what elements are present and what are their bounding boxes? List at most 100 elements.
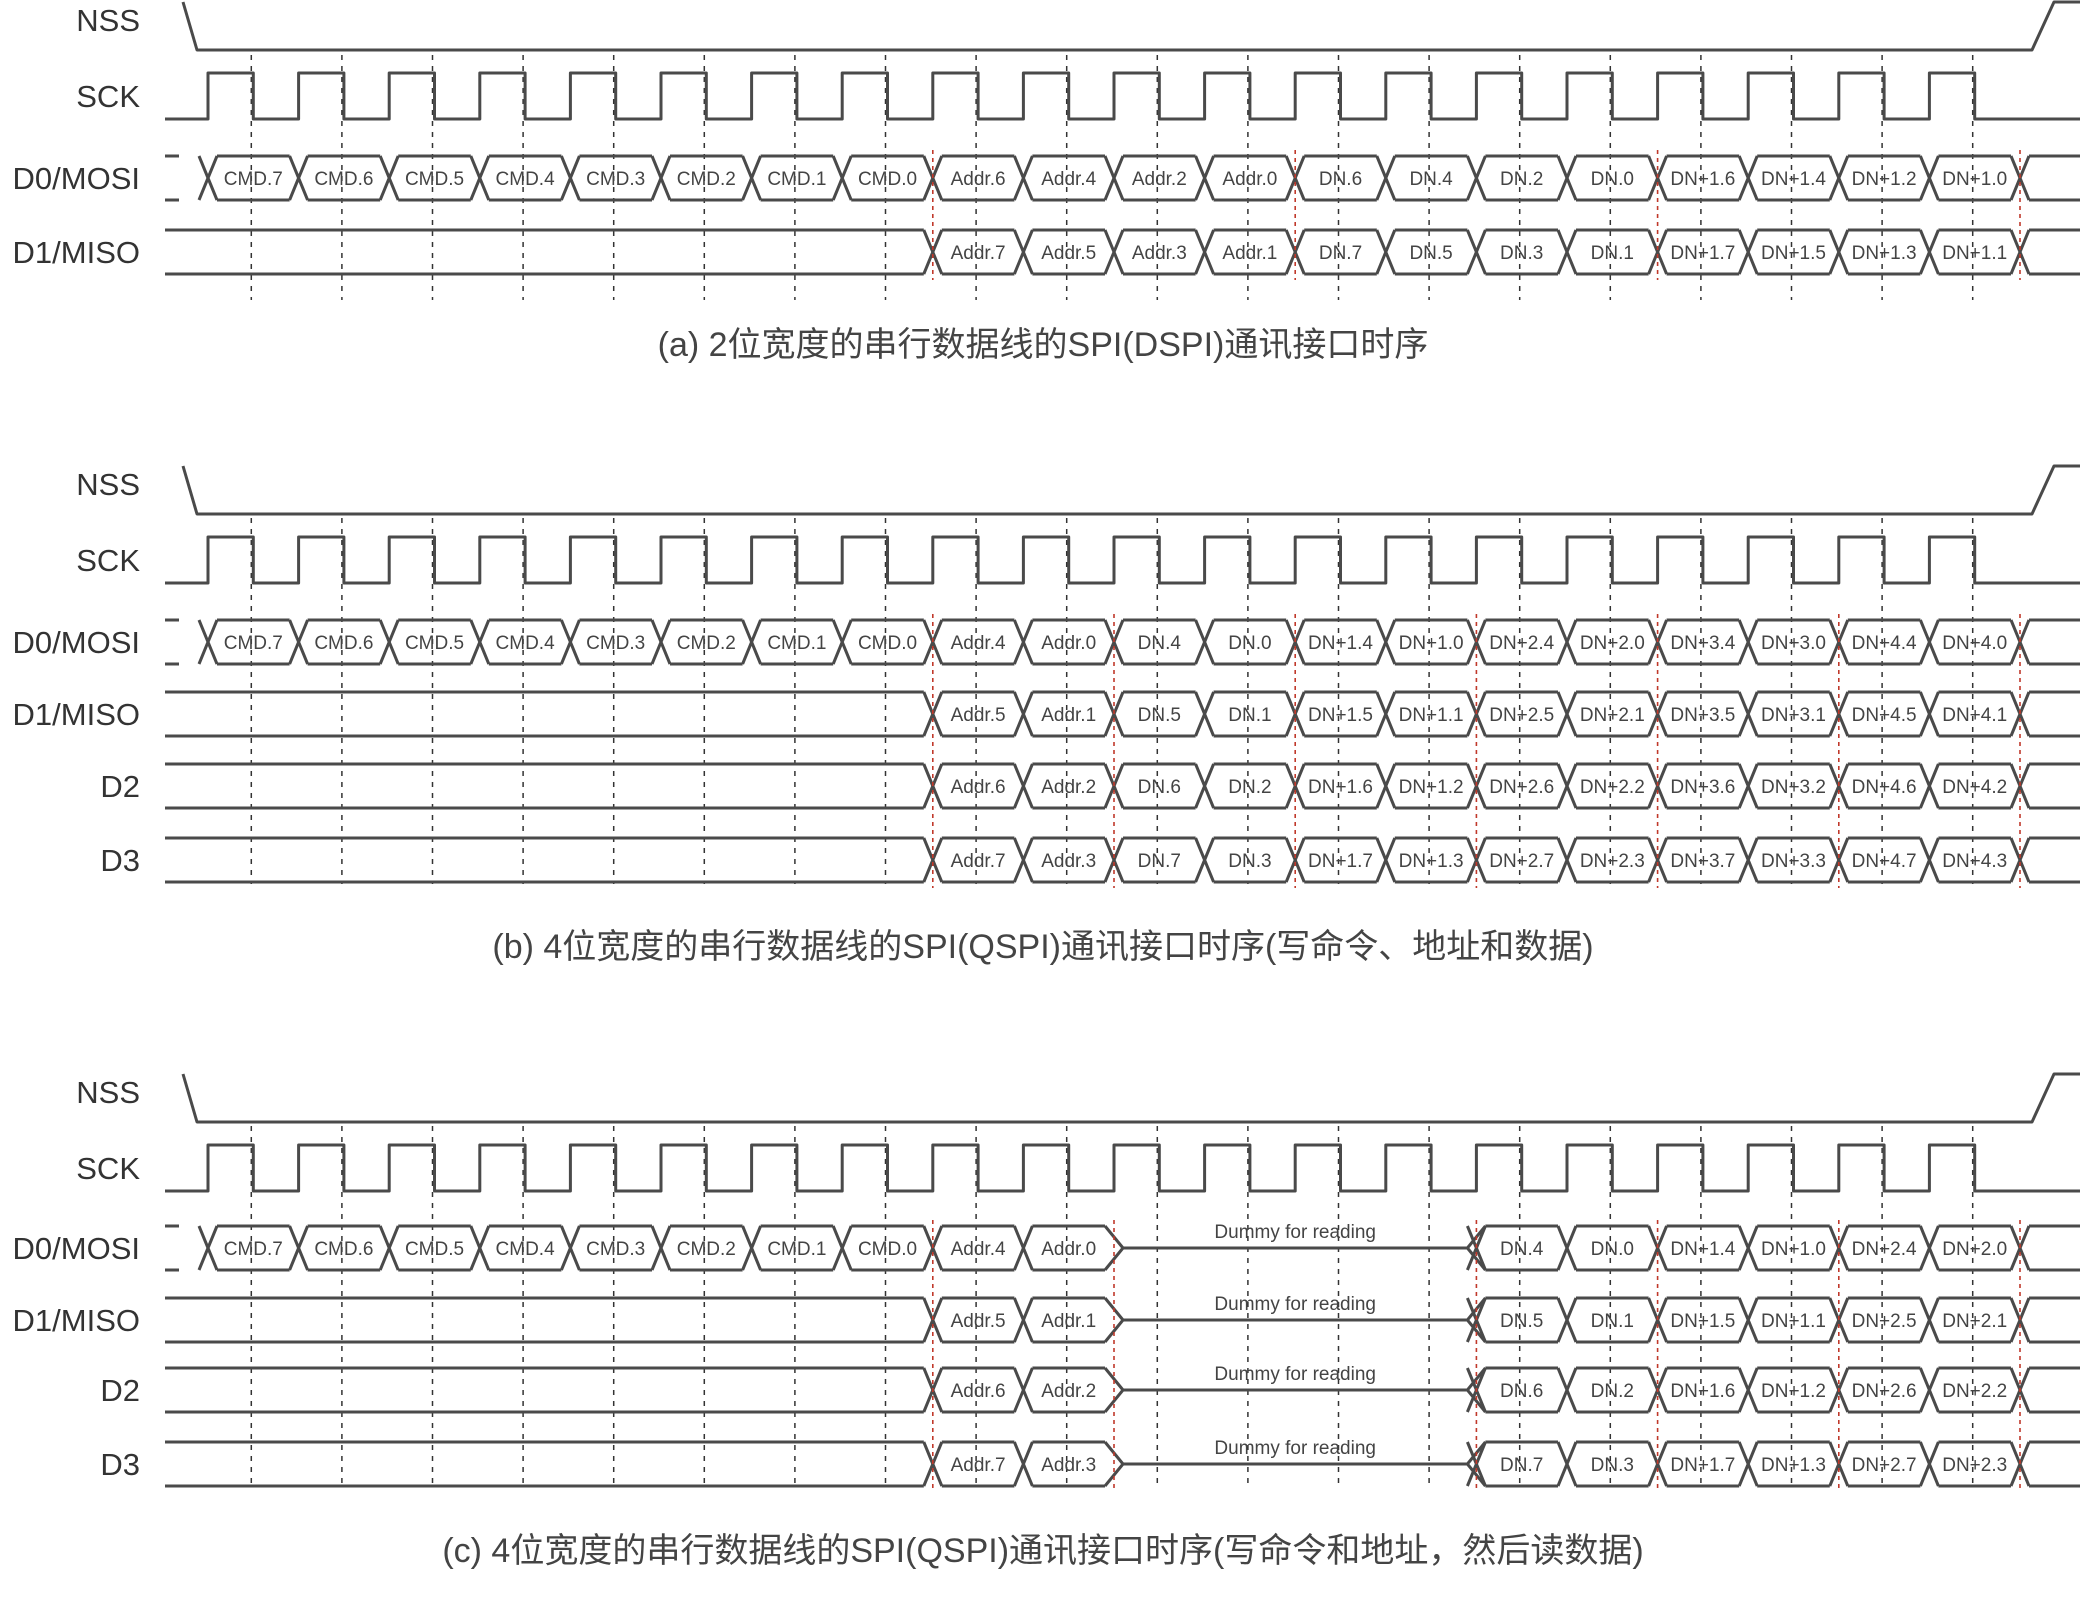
bus-cell-label: CMD.7: [224, 633, 283, 654]
bus-cell-label: Addr.6: [951, 169, 1006, 190]
bus-cell-label: Addr.1: [1041, 705, 1096, 726]
lead-lines: [165, 154, 179, 202]
bus-cell-label: DN.2: [1500, 169, 1543, 190]
bus-cell-label: DN+3.1: [1761, 705, 1826, 726]
dummy-label: Dummy for reading: [1214, 1294, 1376, 1315]
idle-lines: [165, 836, 924, 884]
bus-cell-label: CMD.4: [496, 1239, 556, 1260]
tail-lines: [2009, 1440, 2080, 1488]
signal-d1-miso: D1/MISO Addr.5 Addr.1 DN.5 DN.1 DN+1.5 DN+1.1 D…: [13, 690, 2080, 738]
bus-cell-label: DN.0: [1591, 169, 1634, 190]
signal-label: D1/MISO: [13, 1303, 140, 1338]
signal-label: D0/MOSI: [13, 625, 140, 660]
bus-cell-label: CMD.5: [405, 169, 464, 190]
bus-cell-label: Addr.5: [951, 1311, 1006, 1332]
bus-cell-label: CMD.4: [496, 633, 556, 654]
bus-cell-label: DN+2.5: [1852, 1311, 1917, 1332]
bus-cell-label: CMD.2: [677, 633, 736, 654]
signal-label: NSS: [76, 1075, 140, 1110]
bus-cell-label: Addr.5: [951, 705, 1006, 726]
bus-cell-label: Addr.0: [1041, 633, 1096, 654]
bus-cell-label: DN.2: [1228, 777, 1271, 798]
bus-cell-label: Addr.0: [1041, 1239, 1096, 1260]
bus-cell-label: DN+2.3: [1942, 1455, 2007, 1476]
bus-cell-label: DN+1.6: [1670, 1381, 1735, 1402]
nss-waveform: [181, 0, 2080, 52]
signal-d0-mosi: D0/MOSI CMD.7 CMD.6 CMD.5 CMD.4 CMD.3 CMD.2 CMD…: [13, 618, 2080, 666]
bus-cell-label: DN+1.0: [1942, 169, 2007, 190]
bus-cell-label: Addr.7: [951, 1455, 1006, 1476]
bus-cell-label: DN+4.1: [1942, 705, 2007, 726]
bus-cell-label: CMD.6: [314, 1239, 373, 1260]
bus-cell-label: DN+1.7: [1670, 1455, 1735, 1476]
bus-cell-label: DN.5: [1138, 705, 1181, 726]
bus-cell-label: DN+2.1: [1942, 1311, 2007, 1332]
bus-cell-label: DN+3.4: [1670, 633, 1735, 654]
bus-cell-label: DN.3: [1500, 243, 1543, 264]
signal-d0-mosi: D0/MOSI CMD.7 CMD.6 CMD.5 CMD.4 CMD.3 CMD.2 CMD…: [13, 1222, 2080, 1272]
bus-cell-label: DN+2.3: [1580, 851, 1645, 872]
bus-cell-label: DN+1.7: [1308, 851, 1373, 872]
bus-cell-label: DN+3.6: [1670, 777, 1735, 798]
bus-cell-label: CMD.1: [767, 1239, 826, 1260]
tail-lines: [2009, 618, 2080, 666]
sck-waveform: [165, 1143, 2080, 1193]
signal-d3: D3 Addr.7 Addr.3 Dummy for reading DN.7 DN.3 D…: [100, 1438, 2080, 1488]
bus-cell-label: Addr.7: [951, 851, 1006, 872]
spi-timing-diagrams: NSS SCK D0/MOSI CMD.7 CMD.6 CMD.5 CMD.4 CMD.3 CM…: [13, 0, 2080, 1570]
bus-cell-label: DN+4.6: [1852, 777, 1917, 798]
signal-sck: SCK: [76, 535, 2080, 585]
bus-cell-label: CMD.5: [405, 633, 464, 654]
bus-cell-label: DN+3.0: [1761, 633, 1826, 654]
bus-cell-label: DN+1.7: [1670, 243, 1735, 264]
bus-cell-label: DN+2.4: [1852, 1239, 1917, 1260]
bus-cell-label: CMD.7: [224, 169, 283, 190]
bus-cell-label: DN.7: [1500, 1455, 1543, 1476]
bus-cell-label: DN+3.2: [1761, 777, 1826, 798]
signal-label: D2: [100, 1373, 140, 1408]
tail-lines: [2009, 836, 2080, 884]
signal-label: D0/MOSI: [13, 161, 140, 196]
signal-nss: NSS: [76, 1072, 2080, 1124]
signal-d1-miso: D1/MISO Addr.5 Addr.1 Dummy for reading DN.5…: [13, 1294, 2080, 1344]
bus-cell-label: DN.1: [1228, 705, 1271, 726]
bus-cell-label: Addr.2: [1041, 1381, 1096, 1402]
bus-cell-label: DN+1.2: [1761, 1381, 1826, 1402]
idle-lines: [165, 690, 924, 738]
signal-label: NSS: [76, 467, 140, 502]
bus-cell-label: DN+1.3: [1399, 851, 1464, 872]
bus-cell-label: DN+4.0: [1942, 633, 2007, 654]
bus-cell-label: CMD.2: [677, 169, 736, 190]
signal-d2: D2 Addr.6 Addr.2 Dummy for reading DN.6 DN.2 D…: [100, 1364, 2080, 1414]
bus-cell-label: DN+3.7: [1670, 851, 1735, 872]
bus-cell-label: DN+2.1: [1580, 705, 1645, 726]
bus-cell-label: DN.7: [1138, 851, 1181, 872]
bus-cell-label: DN+1.1: [1399, 705, 1464, 726]
signal-label: SCK: [76, 79, 140, 114]
bus-cell-label: DN.7: [1319, 243, 1362, 264]
bus-cell-label: CMD.5: [405, 1239, 464, 1260]
signal-d3: D3 Addr.7 Addr.3 DN.7 DN.3 DN+1.7 DN+1.3 DN+2.7…: [100, 836, 2080, 884]
bus-cell-label: DN+1.6: [1670, 169, 1735, 190]
bus-cell-label: DN+1.3: [1852, 243, 1917, 264]
signal-label: D3: [100, 843, 140, 878]
tail-lines: [2009, 1366, 2080, 1414]
bus-cell-label: DN+3.5: [1670, 705, 1735, 726]
signal-sck: SCK: [76, 71, 2080, 121]
bus-cell-label: Addr.2: [1132, 169, 1187, 190]
signal-label: NSS: [76, 3, 140, 38]
panel-caption: (c) 4位宽度的串行数据线的SPI(QSPI)通讯接口时序(写命令和地址，然后…: [442, 1532, 1643, 1570]
panel-c: NSS SCK D0/MOSI CMD.7 CMD.6 CMD.5 CMD.4 CMD.3 CM…: [13, 1072, 2080, 1570]
bus-cell-label: DN.0: [1591, 1239, 1634, 1260]
bus-cell-label: DN+1.2: [1852, 169, 1917, 190]
bus-cell-label: CMD.6: [314, 169, 373, 190]
bus-cell-label: CMD.3: [586, 633, 645, 654]
bus-cell-label: DN.4: [1409, 169, 1453, 190]
bus-cell-label: CMD.7: [224, 1239, 283, 1260]
bus-cell-label: DN+3.3: [1761, 851, 1826, 872]
bus-cell-label: DN+1.5: [1670, 1311, 1735, 1332]
bus-cell-label: DN+1.1: [1761, 1311, 1826, 1332]
dummy-label: Dummy for reading: [1214, 1438, 1376, 1459]
bus-cell-label: Addr.7: [951, 243, 1006, 264]
tail-lines: [2009, 228, 2080, 276]
